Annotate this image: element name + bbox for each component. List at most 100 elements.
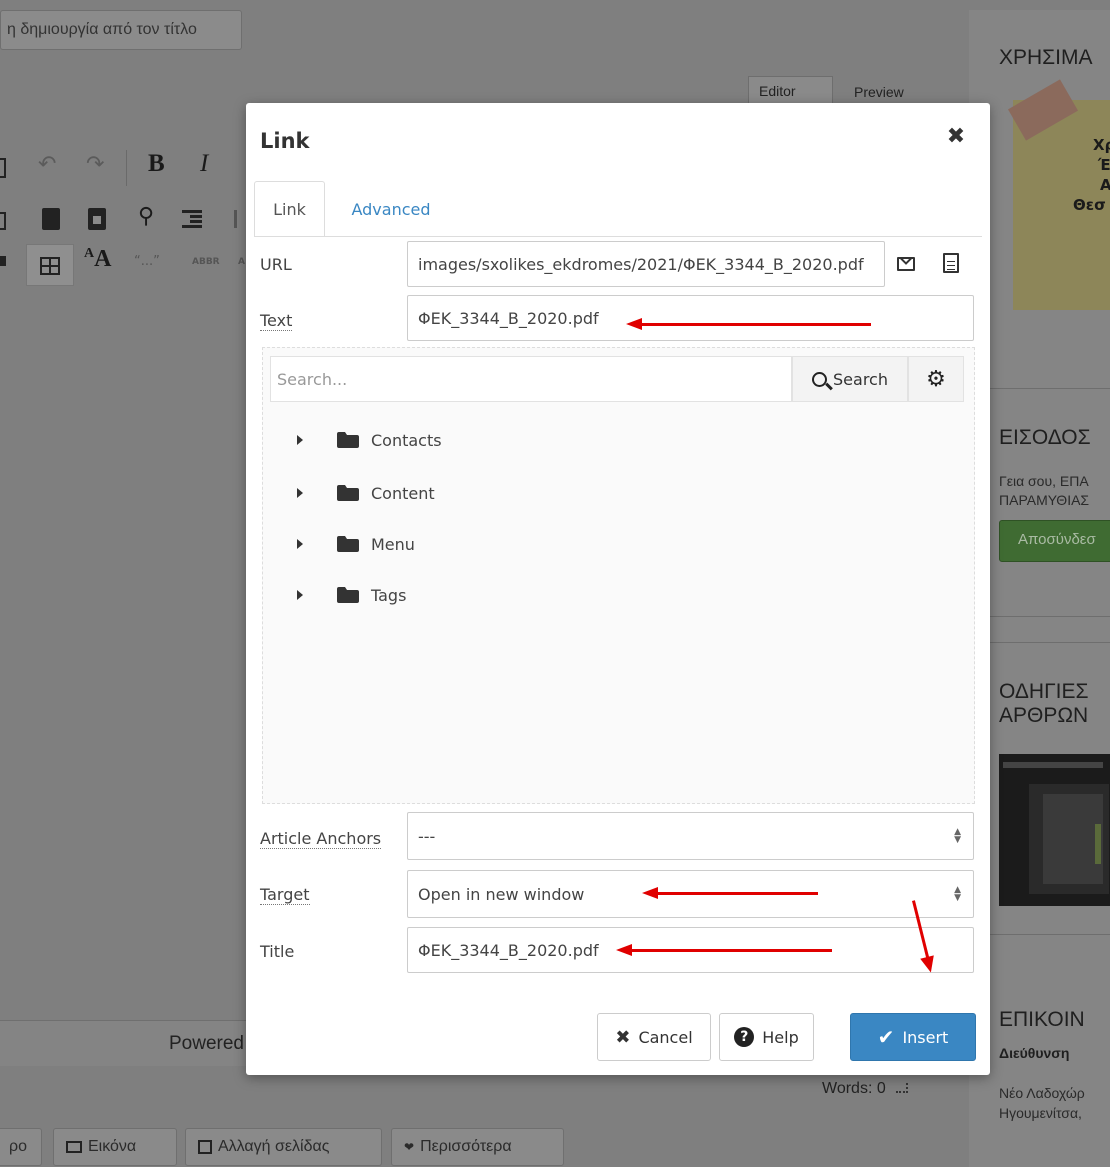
guides-video-thumbnail[interactable]	[999, 754, 1110, 906]
guides-heading-line-2: ΑΡΘΡΩΝ	[999, 704, 1089, 727]
indent-icon[interactable]	[182, 210, 202, 228]
useful-heading: ΧΡΗΣΙΜΑ	[999, 46, 1093, 69]
paste-text-icon[interactable]	[88, 208, 106, 230]
bottom-button-1-label: ρο	[9, 1138, 27, 1155]
font-size-icon[interactable]: AA	[84, 246, 111, 273]
help-button[interactable]: ? Help	[719, 1013, 814, 1061]
text-label: Text	[260, 311, 293, 331]
search-button[interactable]: Search	[792, 356, 908, 402]
toolbar-edge-icon-2[interactable]	[0, 212, 6, 230]
italic-button[interactable]: I	[200, 150, 208, 178]
expand-caret-icon[interactable]	[297, 590, 303, 600]
note-line-4: Θεσ	[1073, 196, 1106, 214]
dialog-title: Link	[260, 129, 310, 153]
tree-item-content[interactable]: Content	[297, 478, 435, 508]
folder-icon	[337, 485, 359, 501]
title-input-value: ΦΕΚ_3344_Β_2020.pdf	[418, 940, 599, 960]
page-break-button[interactable]: Αλλαγή σελίδας	[185, 1128, 382, 1166]
tree-item-label: Tags	[371, 585, 407, 605]
url-input[interactable]: images/sxolikes_ekdromes/2021/ΦΕΚ_3344_Β…	[407, 241, 885, 287]
search-input[interactable]: Search...	[270, 356, 792, 402]
address-label: Διεύθυνση	[999, 1045, 1070, 1061]
anchors-select-value: ---	[418, 826, 436, 846]
editor-tab-label: Editor	[759, 83, 796, 99]
paste-icon[interactable]	[42, 208, 60, 230]
target-select-value: Open in new window	[418, 884, 585, 904]
text-input-value: ΦΕΚ_3344_Β_2020.pdf	[418, 308, 599, 328]
help-icon: ?	[734, 1027, 755, 1047]
editor-tab[interactable]: Editor	[748, 76, 833, 104]
preview-tab[interactable]: Preview	[850, 82, 946, 104]
tab-advanced-label: Advanced	[351, 199, 431, 219]
login-heading: ΕΙΣΟΔΟΣ	[999, 426, 1091, 449]
title-hint-text: η δημιουργία από τον τίτλο	[7, 21, 197, 38]
image-button[interactable]: Εικόνα	[53, 1128, 177, 1166]
toolbar-edge-icon-3[interactable]	[0, 256, 6, 266]
sidebar-divider-4	[969, 934, 1110, 935]
expand-caret-icon[interactable]	[297, 488, 303, 498]
guides-heading: ΟΔΗΓΙΕΣ ΑΡΘΡΩΝ	[999, 680, 1088, 728]
font-size-letter: A	[94, 246, 112, 272]
close-icon[interactable]: ✖	[944, 125, 968, 149]
quote-icon[interactable]: “...”	[134, 254, 160, 269]
find-icon[interactable]: ⚲	[138, 204, 154, 229]
tab-link[interactable]: Link	[254, 181, 325, 237]
file-browse-icon[interactable]	[943, 253, 959, 273]
search-icon	[812, 371, 833, 390]
undo-icon[interactable]: ↶	[38, 152, 56, 177]
contact-heading: ΕΠΙΚΟΙΝ	[999, 1008, 1085, 1031]
tree-item-menu[interactable]: Menu	[297, 529, 415, 559]
page-break-icon	[198, 1140, 212, 1154]
greeting-line-1: Γεια σου, ΕΠΑ	[999, 473, 1089, 489]
bold-button[interactable]: B	[148, 150, 165, 178]
tab-advanced[interactable]: Advanced	[336, 181, 446, 237]
text-input[interactable]: ΦΕΚ_3344_Β_2020.pdf	[407, 295, 974, 341]
powered-text: Powered	[169, 1033, 244, 1054]
tree-item-contacts[interactable]: Contacts	[297, 425, 442, 455]
checkmark-icon: ✔	[877, 1025, 895, 1049]
annotation-arrow-target	[642, 887, 818, 899]
expand-caret-icon[interactable]	[297, 539, 303, 549]
settings-button[interactable]: ⚙	[908, 356, 964, 402]
search-button-label: Search	[833, 369, 888, 389]
editor-toolbar: ↶ ↷ B I ⚲ AA “...” ABBR A	[0, 140, 246, 290]
title-hint: η δημιουργία από τον τίτλο	[0, 10, 242, 50]
preview-tab-label: Preview	[854, 84, 904, 100]
title-label: Title	[260, 942, 295, 961]
gear-icon: ⚙	[926, 366, 946, 392]
email-icon[interactable]	[897, 257, 915, 271]
bottom-button-1[interactable]: ρο	[0, 1128, 42, 1166]
cancel-button[interactable]: ✖ Cancel	[597, 1013, 711, 1061]
toolbar-separator	[126, 150, 127, 186]
note-line-1: Χρ	[1093, 136, 1110, 154]
anchors-select[interactable]: --- ▲ ▼	[407, 812, 974, 860]
redo-icon[interactable]: ↷	[86, 152, 104, 177]
tree-item-tags[interactable]: Tags	[297, 580, 406, 610]
select-arrows-icon: ▲ ▼	[954, 827, 961, 845]
tree-item-label: Content	[371, 483, 435, 503]
search-placeholder: Search...	[277, 369, 348, 389]
close-icon: ✖	[615, 1026, 631, 1048]
folder-icon	[337, 536, 359, 552]
page-break-button-label: Αλλαγή σελίδας	[218, 1138, 330, 1155]
logout-button[interactable]: Αποσύνδεσ	[999, 520, 1110, 562]
address-line-2: Ηγουμενίτσα,	[999, 1105, 1082, 1121]
target-label: Target	[260, 885, 310, 905]
insert-button[interactable]: ✔ Insert	[850, 1013, 976, 1061]
logout-button-label: Αποσύνδεσ	[1018, 531, 1096, 548]
more-button[interactable]: ❤ Περισσότερα	[391, 1128, 564, 1166]
abbr-icon[interactable]: ABBR	[192, 257, 220, 267]
outdent-icon[interactable]	[234, 210, 246, 228]
word-count: Words: 0	[822, 1080, 909, 1098]
resize-grip-icon[interactable]	[896, 1083, 909, 1093]
sidebar-divider-1	[969, 388, 1110, 389]
more-button-label: Περισσότερα	[420, 1138, 512, 1155]
acronym-icon[interactable]: A	[238, 257, 245, 267]
word-count-text: Words: 0	[822, 1080, 886, 1097]
table-icon	[40, 257, 60, 275]
image-button-label: Εικόνα	[88, 1138, 137, 1155]
expand-caret-icon[interactable]	[297, 435, 303, 445]
chevron-down-icon: ❤	[404, 1140, 415, 1154]
table-button[interactable]	[26, 244, 74, 286]
toolbar-edge-icon[interactable]	[0, 158, 6, 178]
